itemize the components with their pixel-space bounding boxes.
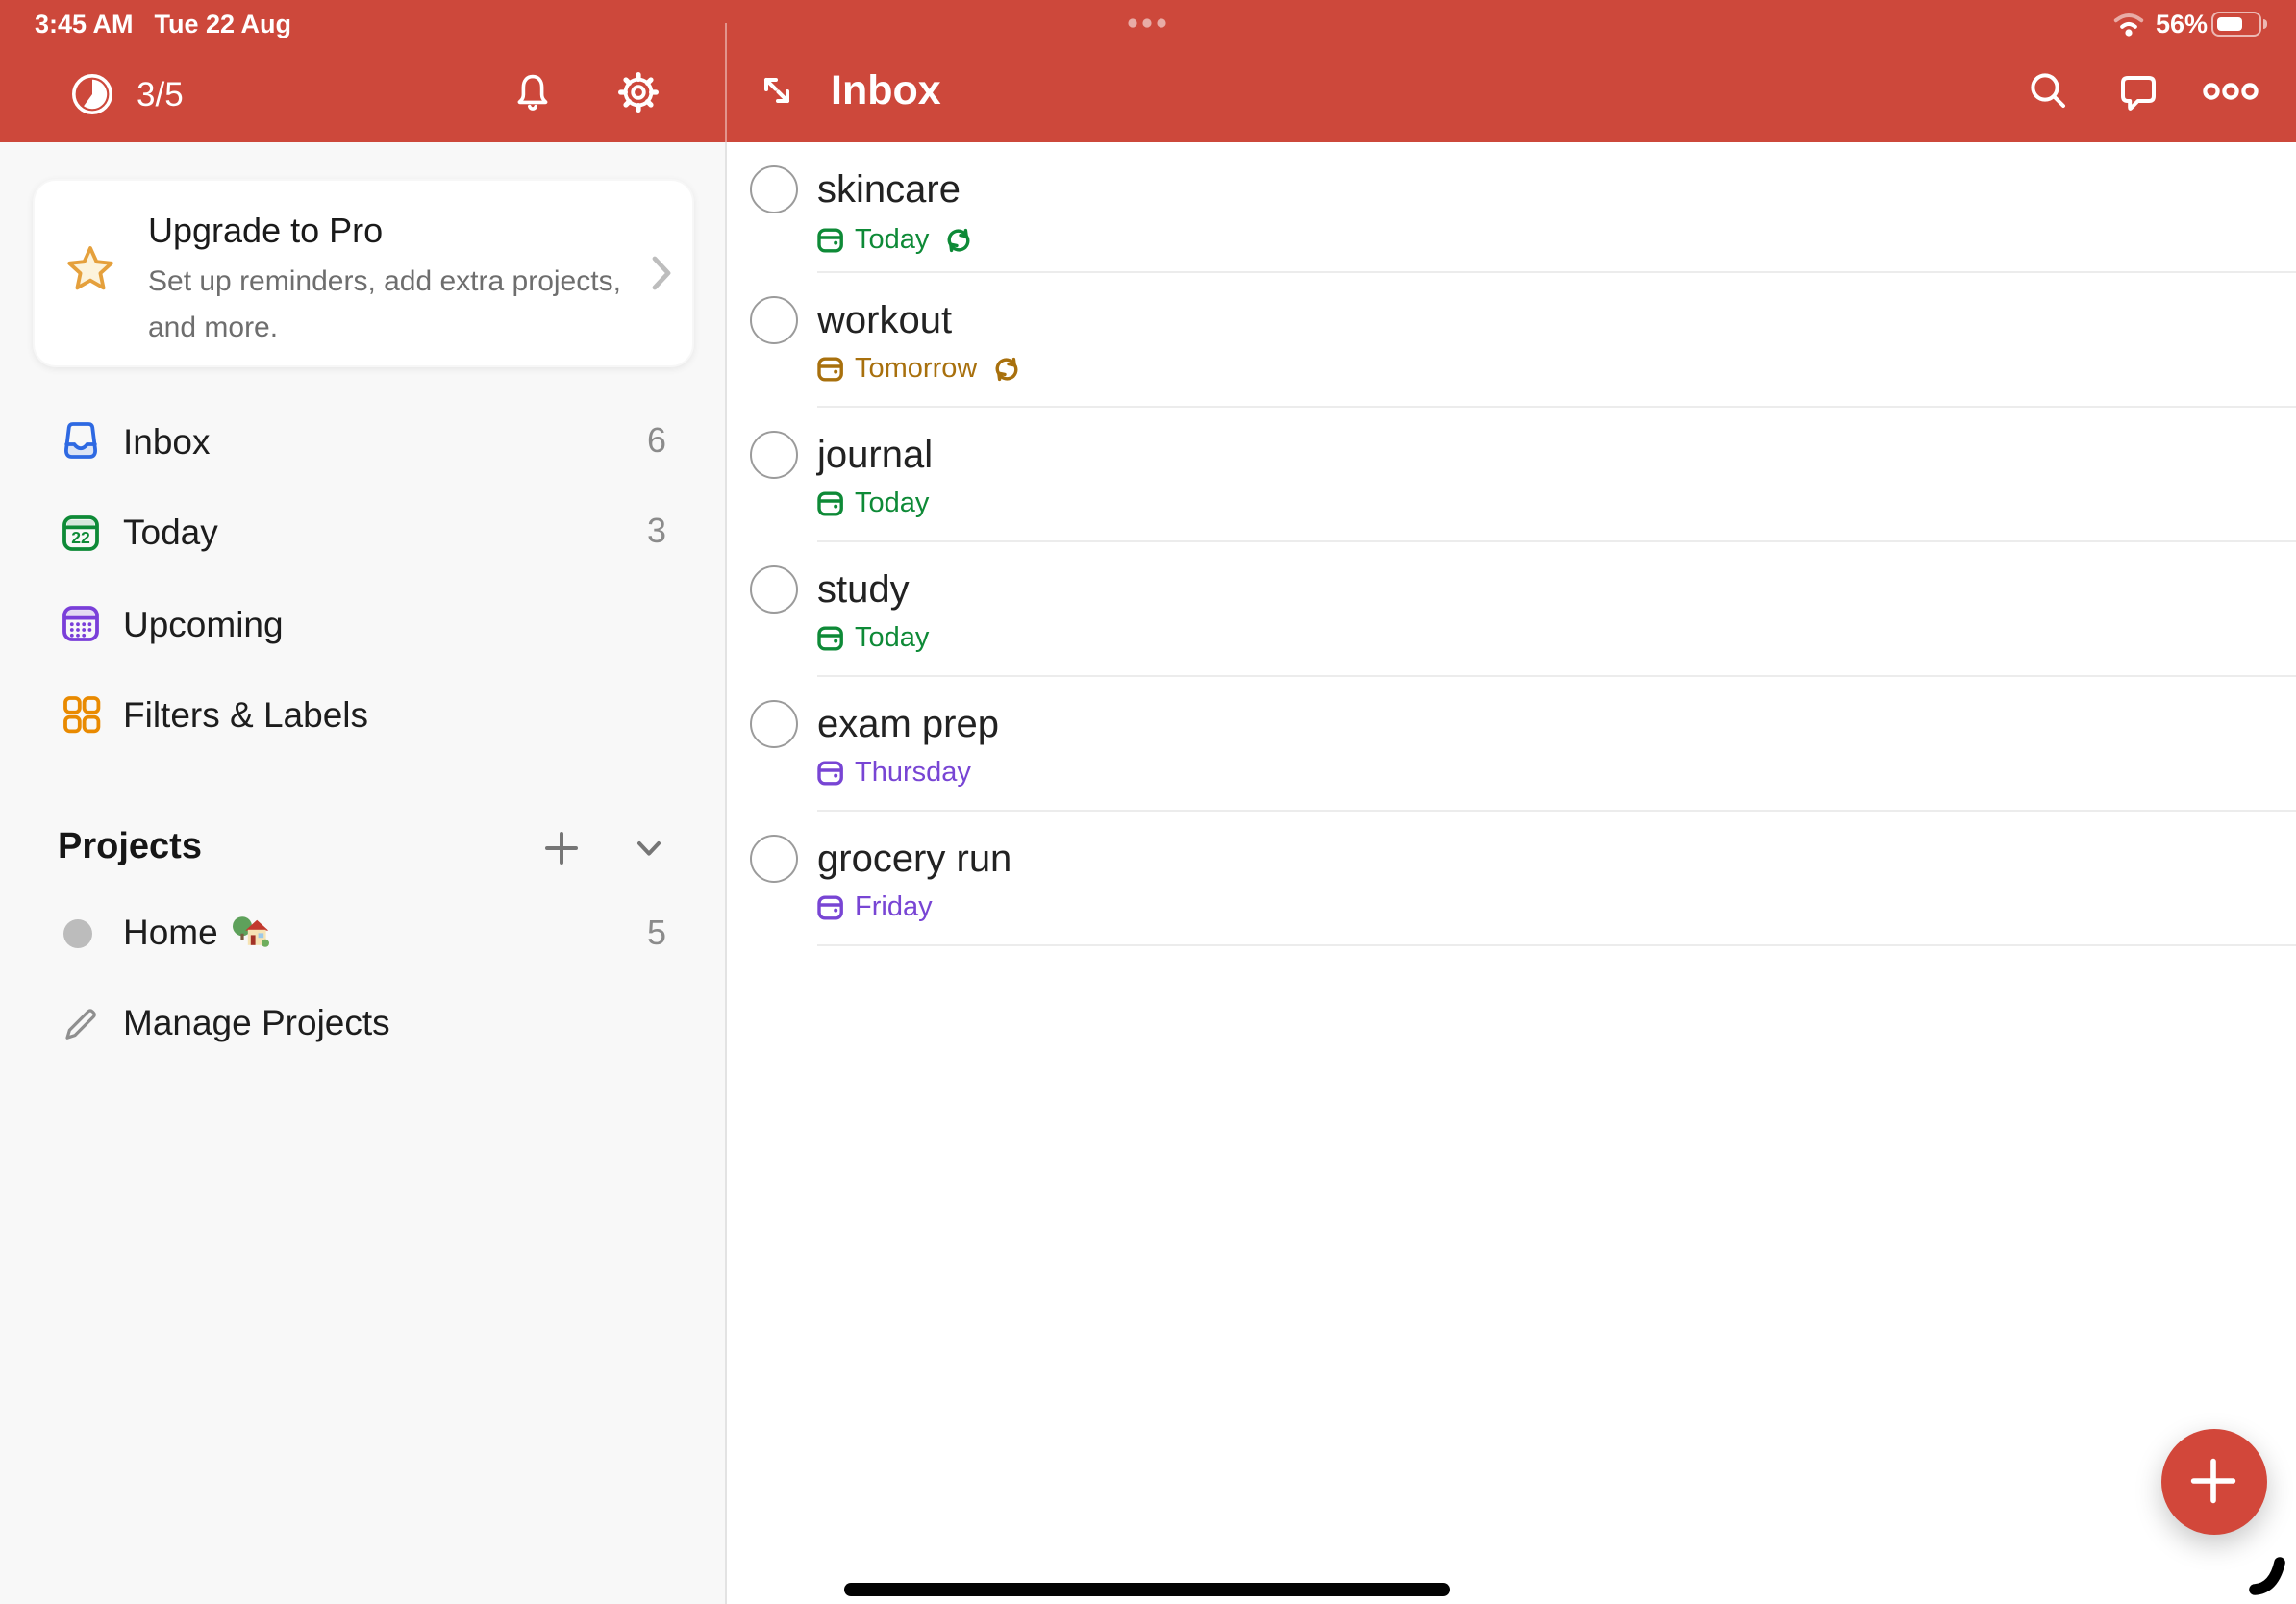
sidebar-item-count: 3 [647,487,666,577]
task-title: exam prep [817,699,999,749]
upgrade-title: Upgrade to Pro [148,208,383,256]
pencil-icon [60,1001,102,1043]
task-row[interactable]: grocery run Friday [726,811,2296,945]
calendar-icon [817,625,844,652]
sidebar-item-label: Inbox [123,395,211,486]
task-due: Friday [817,888,933,928]
sidebar-item-upcoming[interactable]: Upcoming [0,578,724,668]
battery-fill [2217,16,2243,30]
project-row-home[interactable]: Home 5 [0,889,724,977]
task-due: Tomorrow [817,349,1022,389]
progress-pie-icon[interactable] [70,73,112,115]
task-checkbox[interactable] [750,834,798,882]
sidebar-item-label: Filters & Labels [123,668,368,759]
task-checkbox[interactable] [750,295,798,343]
app-screen: 3:45 AM Tue 22 Aug 56% 3/5 [0,0,2296,1604]
sidebar-item-count: 6 [647,395,666,486]
calendar-icon [817,894,844,921]
task-row[interactable]: study Today [726,541,2296,676]
sidebar-item-today[interactable]: 22 Today 3 [0,487,724,577]
task-row[interactable]: exam prep Thursday [726,676,2296,811]
task-checkbox[interactable] [750,430,798,478]
status-time-date: 3:45 AM Tue 22 Aug [35,7,291,39]
ellipsis-icon[interactable] [2196,76,2265,105]
gear-icon[interactable] [615,69,661,115]
task-due: Today [817,484,929,524]
manage-projects-label: Manage Projects [123,978,390,1066]
karma-progress-label[interactable]: 3/5 [137,73,184,115]
task-due: Today [817,219,974,260]
house-with-garden-emoji [232,912,272,952]
task-title: workout [817,295,952,345]
due-label: Friday [855,892,933,923]
calendar-today-icon: 22 [58,509,104,555]
chevron-right-icon [650,254,673,292]
task-row[interactable]: skincare Today [726,142,2296,272]
svg-text:22: 22 [71,527,90,546]
sidebar-item-label: Today [123,487,218,577]
home-indicator-bar[interactable] [844,1583,1450,1596]
task-title: skincare [817,165,961,215]
projects-section-title: Projects [58,823,202,873]
sidebar: Upgrade to Pro Set up reminders, add ext… [0,142,726,1604]
inbox-tray-icon [58,417,104,464]
task-row[interactable]: workout Tomorrow [726,272,2296,407]
search-icon[interactable] [2025,67,2071,113]
calendar-upcoming-icon [58,600,104,646]
task-row[interactable]: journal Today [726,407,2296,541]
due-label: Thursday [855,758,971,789]
battery-percent: 56% [2156,7,2208,39]
task-title: journal [817,430,933,480]
sidebar-item-label: Upcoming [123,578,284,668]
add-task-button[interactable] [2160,1428,2266,1534]
recurring-icon [989,356,1022,383]
task-title: study [817,564,910,614]
battery-icon [2211,11,2261,36]
calendar-icon [817,226,844,253]
status-date: Tue 22 Aug [155,9,292,38]
add-project-icon[interactable] [542,828,581,866]
manage-projects-button[interactable]: Manage Projects [0,978,724,1066]
project-count: 5 [647,889,666,977]
task-due: Today [817,618,929,659]
due-label: Today [855,224,929,255]
sidebar-item-filters-labels[interactable]: Filters & Labels [0,668,724,759]
drag-handle-dots-icon[interactable] [1127,17,1167,29]
due-label: Today [855,623,929,654]
task-list: skincare Today workout Tomorrow [726,142,2296,1604]
pen-stroke-mark [2242,1544,2292,1598]
chevron-down-icon[interactable] [635,835,663,864]
upgrade-to-pro-card[interactable]: Upgrade to Pro Set up reminders, add ext… [33,179,694,367]
sidebar-item-inbox[interactable]: Inbox 6 [0,395,724,486]
header-divider [724,23,726,142]
comment-bubble-icon[interactable] [2115,68,2161,113]
task-checkbox[interactable] [750,165,798,213]
expand-arrows-icon[interactable] [756,69,798,112]
battery-nub [2263,19,2267,29]
star-icon [63,242,117,296]
due-label: Today [855,489,929,519]
task-checkbox[interactable] [750,699,798,747]
clock: 3:45 AM [35,9,134,38]
row-divider [817,943,2296,945]
calendar-icon [817,356,844,383]
project-name: Home [123,889,272,977]
task-checkbox[interactable] [750,564,798,613]
wifi-icon [2109,8,2148,38]
bell-icon[interactable] [510,69,556,115]
calendar-icon [817,760,844,787]
task-due: Thursday [817,753,971,793]
recurring-icon [941,226,974,253]
app-header: 3:45 AM Tue 22 Aug 56% 3/5 [0,0,2296,142]
upgrade-subtitle: Set up reminders, add extra projects, an… [148,260,652,350]
due-label: Tomorrow [855,354,977,385]
page-title: Inbox [831,64,941,116]
calendar-icon [817,490,844,517]
task-title: grocery run [817,834,1011,884]
grid-filters-icon [58,690,104,737]
plus-icon [2186,1454,2240,1508]
project-color-dot [63,918,92,947]
